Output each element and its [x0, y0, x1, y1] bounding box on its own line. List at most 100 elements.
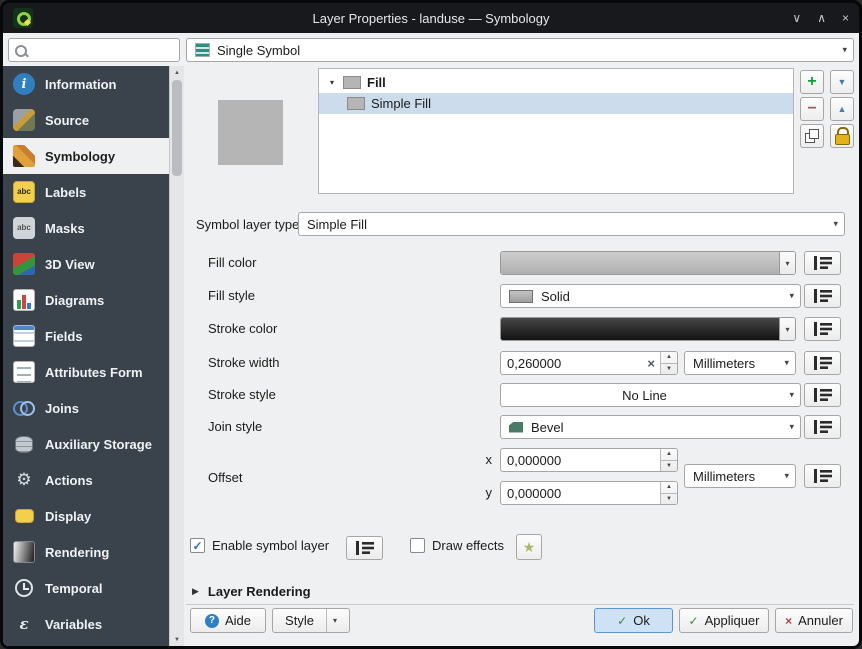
sidebar-item-masks[interactable]: abcMasks: [3, 210, 169, 246]
spin-down-icon[interactable]: ▼: [661, 460, 677, 472]
titlebar[interactable]: Layer Properties - landuse — Symbology ∨…: [3, 3, 859, 33]
sidebar-item-3d-view[interactable]: 3D View: [3, 246, 169, 282]
chevron-down-icon[interactable]: ▾: [779, 318, 795, 340]
tree-item-simple-fill[interactable]: Simple Fill: [319, 93, 793, 114]
spin-up-icon[interactable]: ▲: [661, 482, 677, 493]
spin-down-icon[interactable]: ▼: [661, 363, 677, 375]
sidebar-item-attributes-form[interactable]: Attributes Form: [3, 354, 169, 390]
fill-color-button[interactable]: ▾: [500, 251, 796, 275]
sidebar-item-diagrams[interactable]: Diagrams: [3, 282, 169, 318]
sidebar-item-symbology[interactable]: Symbology: [3, 138, 169, 174]
lock-colors-button[interactable]: [830, 124, 854, 148]
duplicate-symbol-layer-button[interactable]: [800, 124, 824, 148]
tree-item-fill[interactable]: ▾ Fill: [319, 72, 793, 93]
draw-effects-checkbox[interactable]: Draw effects: [410, 538, 504, 553]
apply-button[interactable]: ✓ Appliquer: [679, 608, 769, 633]
expander-icon[interactable]: ▾: [327, 78, 337, 87]
stroke-color-label: Stroke color: [208, 321, 277, 337]
move-down-button[interactable]: ▼: [830, 70, 854, 94]
offset-y-spinbox[interactable]: ▲ ▼: [500, 481, 678, 505]
sidebar-item-joins[interactable]: Joins: [3, 390, 169, 426]
enable-symbol-layer-override-button[interactable]: [346, 536, 383, 560]
join-style-combo[interactable]: Bevel ▾: [500, 415, 801, 439]
sidebar-item-auxiliary-storage[interactable]: Auxiliary Storage: [3, 426, 169, 462]
join-style-override-button[interactable]: [804, 415, 841, 439]
single-symbol-icon: [195, 43, 210, 57]
stroke-width-input[interactable]: [501, 356, 642, 371]
sidebar-item-rendering[interactable]: Rendering: [3, 534, 169, 570]
stroke-width-stepper[interactable]: ▲ ▼: [660, 352, 677, 374]
offset-y-label: y: [480, 485, 492, 500]
stroke-color-override-button[interactable]: [804, 317, 841, 341]
fill-style-combo[interactable]: Solid ▾: [500, 284, 801, 308]
checkbox-checked-icon[interactable]: ✓: [190, 538, 205, 553]
scroll-up-icon[interactable]: ▲: [170, 66, 184, 79]
stroke-width-unit-combo[interactable]: Millimeters ▾: [684, 351, 796, 375]
help-button[interactable]: ? Aide: [190, 608, 266, 633]
sidebar-item-display[interactable]: Display: [3, 498, 169, 534]
offset-x-input[interactable]: [501, 453, 660, 468]
offset-x-stepper[interactable]: ▲ ▼: [660, 449, 677, 471]
maximize-icon[interactable]: ∧: [817, 11, 826, 25]
symbol-preview: [218, 100, 283, 165]
spin-down-icon[interactable]: ▼: [661, 493, 677, 505]
ok-button[interactable]: ✓ Ok: [594, 608, 673, 633]
scroll-down-icon[interactable]: ▼: [170, 633, 184, 646]
rendering-icon: [13, 541, 35, 563]
effects-button[interactable]: ★: [516, 534, 542, 560]
spin-up-icon[interactable]: ▲: [661, 449, 677, 460]
minimize-icon[interactable]: ∨: [792, 11, 801, 25]
expander-collapsed-icon[interactable]: ▶: [192, 586, 199, 597]
sidebar-item-fields[interactable]: Fields: [3, 318, 169, 354]
fields-icon: [13, 325, 35, 347]
fill-color-label: Fill color: [208, 255, 256, 271]
symbol-type-combo[interactable]: Single Symbol ▾: [186, 38, 854, 62]
stroke-width-spinbox[interactable]: × ▲ ▼: [500, 351, 678, 375]
layer-rendering-section[interactable]: ▶ Layer Rendering: [192, 584, 311, 599]
cancel-button[interactable]: × Annuler: [775, 608, 853, 633]
checkbox-unchecked-icon[interactable]: [410, 538, 425, 553]
stroke-color-button[interactable]: ▾: [500, 317, 796, 341]
stroke-width-override-button[interactable]: [804, 351, 841, 375]
add-symbol-layer-button[interactable]: +: [800, 70, 824, 94]
chevron-down-icon[interactable]: ▾: [779, 252, 795, 274]
data-defined-icon: [813, 356, 833, 370]
clear-icon[interactable]: ×: [642, 356, 660, 371]
style-button-label: Style: [285, 613, 314, 628]
sidebar-item-labels[interactable]: abcLabels: [3, 174, 169, 210]
offset-x-spinbox[interactable]: ▲ ▼: [500, 448, 678, 472]
sidebar-item-information[interactable]: iInformation: [3, 66, 169, 102]
cancel-button-label: Annuler: [798, 613, 843, 628]
arrow-down-icon: ▼: [838, 78, 847, 87]
offset-y-input[interactable]: [501, 486, 660, 501]
data-defined-icon: [813, 256, 833, 270]
offset-unit-combo[interactable]: Millimeters ▾: [684, 464, 796, 488]
remove-symbol-layer-button[interactable]: −: [800, 97, 824, 121]
stroke-style-combo[interactable]: No Line ▾: [500, 383, 801, 407]
draw-effects-label: Draw effects: [432, 538, 504, 553]
style-button[interactable]: Style ▾: [272, 608, 350, 633]
symbol-layer-type-combo[interactable]: Simple Fill ▾: [298, 212, 845, 236]
sidebar-search[interactable]: [8, 38, 180, 62]
gear-icon: ⚙: [16, 470, 31, 490]
sidebar-scrollbar[interactable]: ▲ ▼: [169, 66, 184, 646]
help-icon: ?: [205, 614, 219, 628]
sidebar-item-actions[interactable]: ⚙Actions: [3, 462, 169, 498]
enable-symbol-layer-checkbox[interactable]: ✓ Enable symbol layer: [190, 538, 329, 553]
offset-override-button[interactable]: [804, 464, 841, 488]
spin-up-icon[interactable]: ▲: [661, 352, 677, 363]
sidebar-item-temporal[interactable]: Temporal: [3, 570, 169, 606]
fill-style-override-button[interactable]: [804, 284, 841, 308]
close-icon[interactable]: ×: [842, 11, 849, 25]
search-input[interactable]: [33, 42, 167, 59]
offset-y-stepper[interactable]: ▲ ▼: [660, 482, 677, 504]
move-up-button[interactable]: ▲: [830, 97, 854, 121]
fill-color-override-button[interactable]: [804, 251, 841, 275]
scrollbar-thumb[interactable]: [172, 80, 182, 176]
sidebar-item-variables[interactable]: εVariables: [3, 606, 169, 642]
sidebar-item-source[interactable]: Source: [3, 102, 169, 138]
auxiliary-storage-icon: [13, 433, 35, 455]
style-dropdown-arrow[interactable]: ▾: [326, 609, 337, 632]
stroke-style-override-button[interactable]: [804, 383, 841, 407]
stroke-width-unit-value: Millimeters: [693, 356, 755, 371]
